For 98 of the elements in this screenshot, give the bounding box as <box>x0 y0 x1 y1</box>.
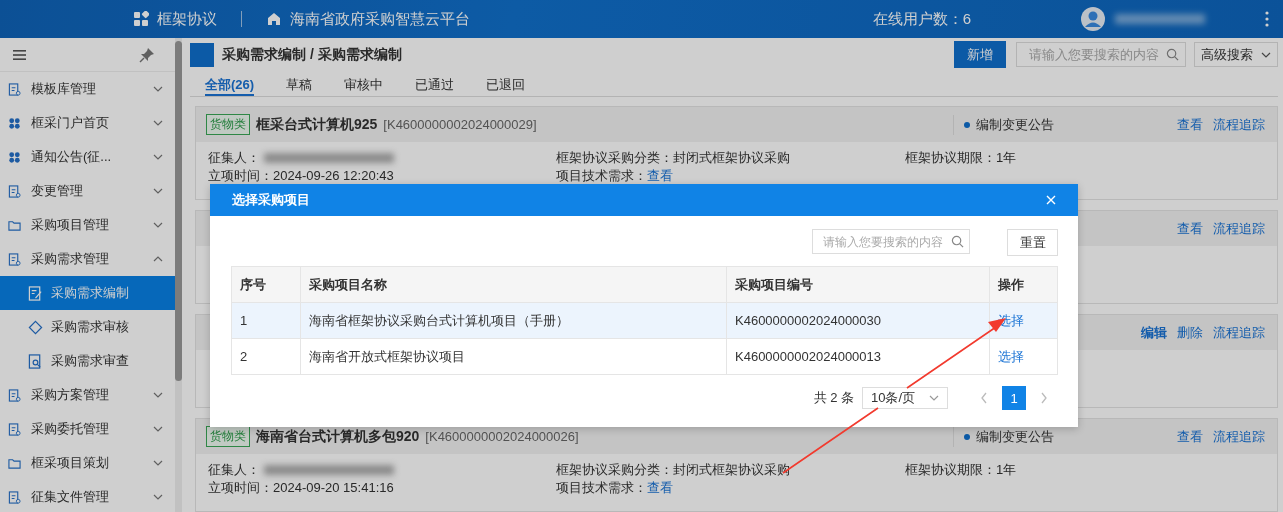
column-header: 采购项目编号 <box>726 266 990 303</box>
card-action-link[interactable]: 删除 <box>1177 323 1203 342</box>
field-text: 立项时间：2024-09-20 15:41:16 <box>208 479 394 496</box>
pin-icon[interactable] <box>139 46 155 63</box>
sidebar-subitem[interactable]: 采购需求审查 <box>0 344 175 378</box>
close-icon[interactable] <box>1046 195 1056 205</box>
document-icon <box>8 184 21 198</box>
sidebar-item[interactable]: 变更管理 <box>0 174 175 208</box>
search-field[interactable]: 请输入您要搜索的内容 <box>812 229 970 254</box>
document-icon <box>8 422 21 436</box>
card-action-link[interactable]: 查看 <box>1177 115 1203 134</box>
card-action-link[interactable]: 查看 <box>1177 219 1203 238</box>
add-button[interactable]: 新增 <box>954 41 1006 69</box>
field-label: 项目技术需求： <box>556 479 647 496</box>
status-tab[interactable]: 全部(26) <box>205 71 255 96</box>
card-action-link[interactable]: 流程追踪 <box>1213 115 1265 134</box>
page-size-select[interactable]: 10条/页 <box>862 387 948 409</box>
field-label: 征集人： <box>208 461 260 478</box>
app-name: 框架协议 <box>157 9 217 29</box>
view-link[interactable]: 查看 <box>647 167 673 184</box>
online-users: 在线用户数：6 <box>872 9 971 29</box>
search-icon <box>1166 48 1179 62</box>
status-dot-icon <box>964 433 970 440</box>
sidebar-subitem[interactable]: 采购需求审核 <box>0 310 175 344</box>
sidebar-item[interactable]: 框采项目策划 <box>0 446 175 480</box>
grid-icon <box>8 116 21 130</box>
table-cell: K4600000002024000013 <box>726 338 990 375</box>
chevron-icon <box>929 395 939 401</box>
home-icon[interactable] <box>266 11 282 27</box>
card-action-link[interactable]: 查看 <box>1177 427 1203 446</box>
document-icon <box>8 82 21 96</box>
document-icon <box>8 252 21 266</box>
field-text: 框架协议采购分类：封闭式框架协议采购 <box>556 149 790 166</box>
avatar-icon[interactable] <box>1081 7 1105 31</box>
scrollbar-thumb[interactable] <box>175 41 182 381</box>
sidebar-item[interactable]: 采购方案管理 <box>0 378 175 412</box>
sidebar-item[interactable]: 采购委托管理 <box>0 412 175 446</box>
project-title: 框采台式计算机925 <box>256 115 378 134</box>
table-cell: 2 <box>231 338 301 375</box>
page-title: 采购需求编制 / 采购需求编制 <box>222 45 402 64</box>
status-text: 编制变更公告 <box>976 115 1054 134</box>
folder-icon <box>8 456 21 470</box>
table-cell: 海南省开放式框架协议项目 <box>300 338 727 375</box>
field-text: 框架协议期限：1年 <box>905 149 1017 166</box>
diamond-icon <box>28 319 43 335</box>
chevron-icon <box>1261 51 1271 58</box>
field-text: 立项时间：2024-09-26 12:20:43 <box>208 167 394 184</box>
total-count: 共 2 条 <box>813 389 854 407</box>
search-field[interactable]: 请输入您要搜索的内容 <box>1016 42 1186 68</box>
table-cell: 1 <box>231 302 301 339</box>
select-link[interactable]: 选择 <box>998 348 1024 364</box>
field-label: 项目技术需求： <box>556 167 647 184</box>
field-text: 框架协议采购分类：封闭式框架协议采购 <box>556 461 790 478</box>
column-header: 序号 <box>231 266 301 303</box>
document-search-icon <box>28 353 43 369</box>
search-icon <box>951 235 964 248</box>
project-title: 海南省台式计算机多包920 <box>256 427 420 446</box>
sidebar-item[interactable]: 模板库管理 <box>0 72 175 106</box>
category-tag: 货物类 <box>206 426 250 447</box>
dialog-title: 选择采购项目 <box>232 191 310 209</box>
field-label: 征集人： <box>208 149 260 166</box>
status-tab[interactable]: 审核中 <box>344 71 384 96</box>
card-action-link[interactable]: 流程追踪 <box>1213 323 1265 342</box>
platform-name: 海南省政府采购智慧云平台 <box>290 9 470 29</box>
status-text: 编制变更公告 <box>976 427 1054 446</box>
page-button[interactable]: 1 <box>1002 386 1026 410</box>
column-header: 操作 <box>989 266 1058 303</box>
more-icon[interactable] <box>1265 11 1269 27</box>
category-tag: 货物类 <box>206 114 250 135</box>
view-link[interactable]: 查看 <box>647 479 673 496</box>
sidebar-item[interactable]: 通知公告(征... <box>0 140 175 174</box>
card-action-link[interactable]: 流程追踪 <box>1213 427 1265 446</box>
folder-icon <box>8 218 21 232</box>
card-action-link[interactable]: 流程追踪 <box>1213 219 1265 238</box>
status-tab[interactable]: 已通过 <box>415 71 455 96</box>
table-cell: 海南省框架协议采购台式计算机项目（手册） <box>300 302 727 339</box>
document-icon <box>8 490 21 504</box>
sidebar-subitem[interactable]: 采购需求编制 <box>0 276 175 310</box>
column-header: 采购项目名称 <box>300 266 727 303</box>
project-code: [K4600000002024000029] <box>383 117 537 132</box>
status-dot-icon <box>964 121 970 128</box>
table-cell: K4600000002024000030 <box>726 302 990 339</box>
sidebar-item[interactable]: 采购项目管理 <box>0 208 175 242</box>
field-text: 框架协议期限：1年 <box>905 461 1017 478</box>
document-icon <box>8 388 21 402</box>
advanced-search-select[interactable]: 高级搜索 <box>1194 42 1278 68</box>
card-action-link[interactable]: 编辑 <box>1141 323 1167 342</box>
grid-icon <box>8 150 21 164</box>
edit-icon <box>28 285 43 301</box>
apps-icon[interactable] <box>133 11 149 27</box>
status-tab[interactable]: 已退回 <box>486 71 526 96</box>
project-code: [K4600000002024000026] <box>425 429 579 444</box>
title-marker <box>190 42 214 67</box>
reset-button[interactable]: 重置 <box>1007 229 1058 256</box>
status-tab[interactable]: 草稿 <box>286 71 313 96</box>
sidebar-item[interactable]: 征集文件管理 <box>0 480 175 512</box>
sidebar-item[interactable]: 框采门户首页 <box>0 106 175 140</box>
sidebar-item[interactable]: 采购需求管理 <box>0 242 175 276</box>
